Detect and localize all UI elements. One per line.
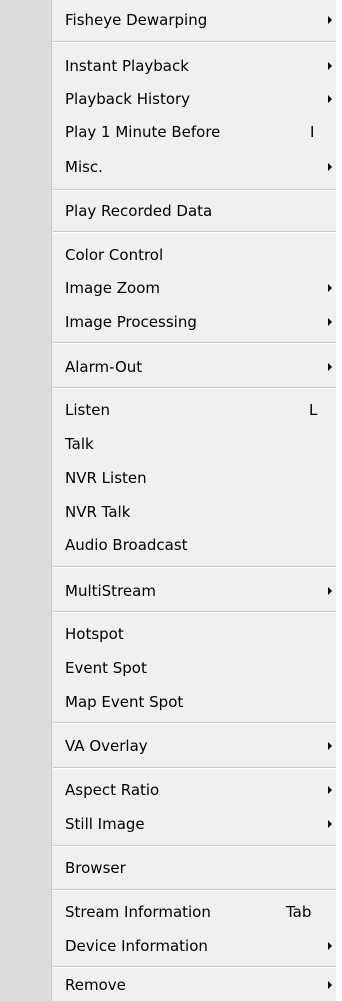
submenu-arrow-icon <box>328 942 332 950</box>
menu-item-label: Aspect Ratio <box>65 781 160 799</box>
menu-item-color-control[interactable]: Color Control <box>53 240 336 270</box>
menu-separator <box>53 231 336 233</box>
menu-item-misc[interactable]: Misc. <box>53 152 336 182</box>
menu-item-map-event-spot[interactable]: Map Event Spot <box>53 687 336 717</box>
menu-item-label: Fisheye Dewarping <box>65 11 208 29</box>
submenu-arrow-icon <box>328 587 332 595</box>
menu-item-still-image[interactable]: Still Image <box>53 809 336 839</box>
menu-item-label: Audio Broadcast <box>65 536 188 554</box>
menu-item-audio-broadcast[interactable]: Audio Broadcast <box>53 530 336 560</box>
menu-item-label: Playback History <box>65 90 191 108</box>
menu-item-label: Stream Information <box>65 903 211 921</box>
menu-item-multistream[interactable]: MultiStream <box>53 576 336 606</box>
submenu-arrow-icon <box>328 284 332 292</box>
menu-item-listen[interactable]: Listen L <box>53 395 336 425</box>
menu-separator <box>53 722 336 724</box>
menu-edge <box>336 0 342 1001</box>
context-menu: Fisheye Dewarping Instant Playback Playb… <box>0 0 342 1001</box>
menu-item-label: Event Spot <box>65 659 147 677</box>
menu-item-label: MultiStream <box>65 582 156 600</box>
menu-item-label: Image Processing <box>65 313 197 331</box>
menu-item-image-processing[interactable]: Image Processing <box>53 307 336 337</box>
menu-item-label: Browser <box>65 859 126 877</box>
menu-item-label: Color Control <box>65 246 164 264</box>
menu-separator <box>53 966 336 968</box>
menu-item-aspect-ratio[interactable]: Aspect Ratio <box>53 775 336 805</box>
menu-item-instant-playback[interactable]: Instant Playback <box>53 51 336 81</box>
submenu-arrow-icon <box>328 786 332 794</box>
submenu-arrow-icon <box>328 163 332 171</box>
menu-item-label: Play 1 Minute Before <box>65 123 221 141</box>
menu-item-nvr-talk[interactable]: NVR Talk <box>53 497 336 527</box>
menu-item-fisheye-dewarping[interactable]: Fisheye Dewarping <box>53 5 336 35</box>
menu-item-label: NVR Talk <box>65 503 131 521</box>
menu-item-label: Alarm-Out <box>65 358 143 376</box>
submenu-arrow-icon <box>328 742 332 750</box>
menu-item-label: Hotspot <box>65 625 124 643</box>
menu-separator <box>53 189 336 191</box>
menu-item-stream-information[interactable]: Stream Information Tab <box>53 897 336 927</box>
menu-separator <box>53 767 336 769</box>
menu-separator <box>53 387 336 389</box>
menu-separator <box>53 889 336 891</box>
menu-item-label: NVR Listen <box>65 469 147 487</box>
menu-item-label: Listen <box>65 401 110 419</box>
menu-item-device-information[interactable]: Device Information <box>53 931 336 961</box>
menu-item-browser[interactable]: Browser <box>53 853 336 883</box>
submenu-arrow-icon <box>328 363 332 371</box>
menu-item-label: Image Zoom <box>65 279 160 297</box>
menu-item-shortcut: I <box>310 123 315 141</box>
menu-item-nvr-listen[interactable]: NVR Listen <box>53 463 336 493</box>
menu-item-play-1-minute-before[interactable]: Play 1 Minute Before I <box>53 117 336 147</box>
submenu-arrow-icon <box>328 820 332 828</box>
menu-item-label: Map Event Spot <box>65 693 184 711</box>
menu-item-shortcut: L <box>309 401 318 419</box>
submenu-arrow-icon <box>328 981 332 989</box>
menu-item-remove[interactable]: Remove <box>53 970 336 1000</box>
submenu-arrow-icon <box>328 16 332 24</box>
menu-item-label: Instant Playback <box>65 57 189 75</box>
menu-separator <box>53 611 336 613</box>
menu-item-hotspot[interactable]: Hotspot <box>53 619 336 649</box>
submenu-arrow-icon <box>328 318 332 326</box>
menu-item-shortcut: Tab <box>286 903 312 921</box>
menu-item-alarm-out[interactable]: Alarm-Out <box>53 352 336 382</box>
menu-item-label: Device Information <box>65 937 208 955</box>
menu-item-event-spot[interactable]: Event Spot <box>53 653 336 683</box>
menu-separator <box>53 41 336 43</box>
menu-icon-gutter <box>0 0 52 1001</box>
menu-item-image-zoom[interactable]: Image Zoom <box>53 273 336 303</box>
menu-item-label: Misc. <box>65 158 103 176</box>
menu-item-play-recorded-data[interactable]: Play Recorded Data <box>53 196 336 226</box>
menu-item-playback-history[interactable]: Playback History <box>53 84 336 114</box>
menu-separator <box>53 342 336 344</box>
menu-item-label: Still Image <box>65 815 145 833</box>
submenu-arrow-icon <box>328 62 332 70</box>
menu-separator <box>53 566 336 568</box>
menu-item-label: VA Overlay <box>65 737 148 755</box>
menu-item-label: Play Recorded Data <box>65 202 213 220</box>
menu-item-talk[interactable]: Talk <box>53 429 336 459</box>
submenu-arrow-icon <box>328 95 332 103</box>
menu-item-va-overlay[interactable]: VA Overlay <box>53 731 336 761</box>
menu-item-label: Talk <box>65 435 94 453</box>
menu-separator <box>53 845 336 847</box>
menu-item-label: Remove <box>65 976 126 994</box>
